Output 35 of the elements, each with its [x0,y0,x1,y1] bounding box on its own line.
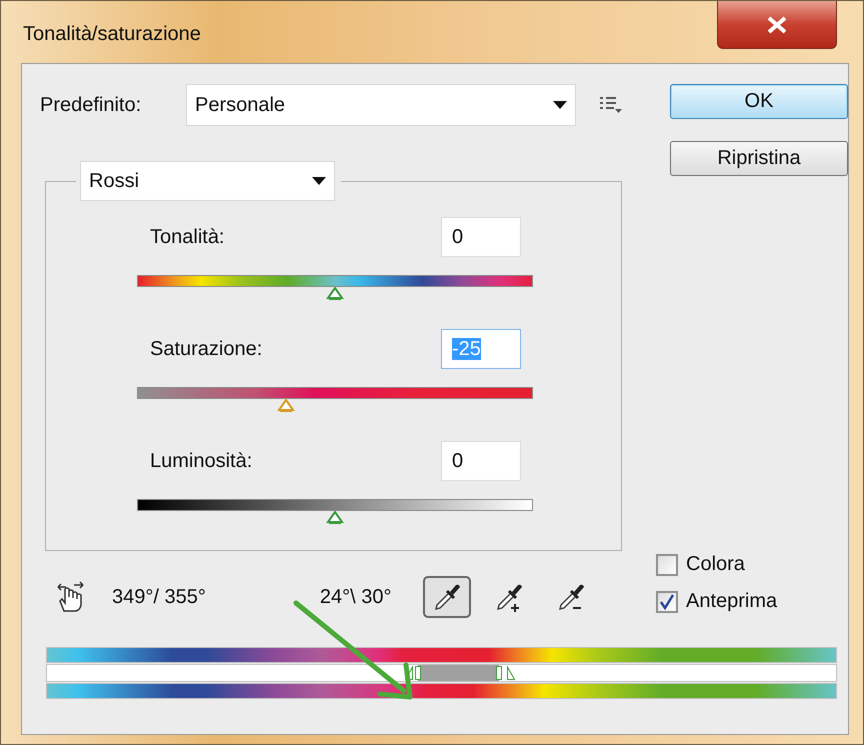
checkbox-label: Colora [686,553,745,576]
preset-dropdown[interactable]: Personale [186,84,576,126]
slider-thumb[interactable] [326,287,344,301]
channel-dropdown[interactable]: Rossi [80,161,335,201]
slider-thumb[interactable] [326,511,344,525]
range-handle[interactable] [506,666,515,680]
eyedropper-tool[interactable] [423,576,472,618]
range-handle[interactable] [496,666,502,680]
slider-label: Luminosità: [150,450,252,472]
slider-label: Saturazione: [150,338,262,360]
slider[interactable] [137,275,533,303]
caret-icon [553,101,567,109]
window-title: Tonalità/saturazione [23,23,201,46]
slider[interactable] [137,387,533,415]
hue-range-left: 349°/ 355° [112,586,206,608]
hand-adjust-icon[interactable] [56,581,86,613]
list-menu-icon[interactable] [600,96,622,114]
value-field[interactable]: 0 [441,441,521,481]
checkbox[interactable] [656,590,678,612]
preset-label: Predefinito: [40,94,142,116]
slider-label: Tonalità: [150,226,224,248]
slider[interactable] [137,499,533,527]
caret-icon [312,177,326,185]
checkbox[interactable] [656,554,678,576]
close-icon [766,16,788,34]
value-field[interactable]: 0 [441,217,521,257]
check-icon [659,594,675,610]
slider-thumb[interactable] [276,399,294,413]
range-handle[interactable] [405,666,414,680]
range-handle[interactable] [414,666,421,680]
checkbox-label: Anteprima [686,590,778,613]
ok-button[interactable]: OK [670,84,848,119]
close-button[interactable] [717,1,837,49]
hue-range-right: 24°\ 30° [320,586,392,608]
reset-button[interactable]: Ripristina [670,141,848,176]
